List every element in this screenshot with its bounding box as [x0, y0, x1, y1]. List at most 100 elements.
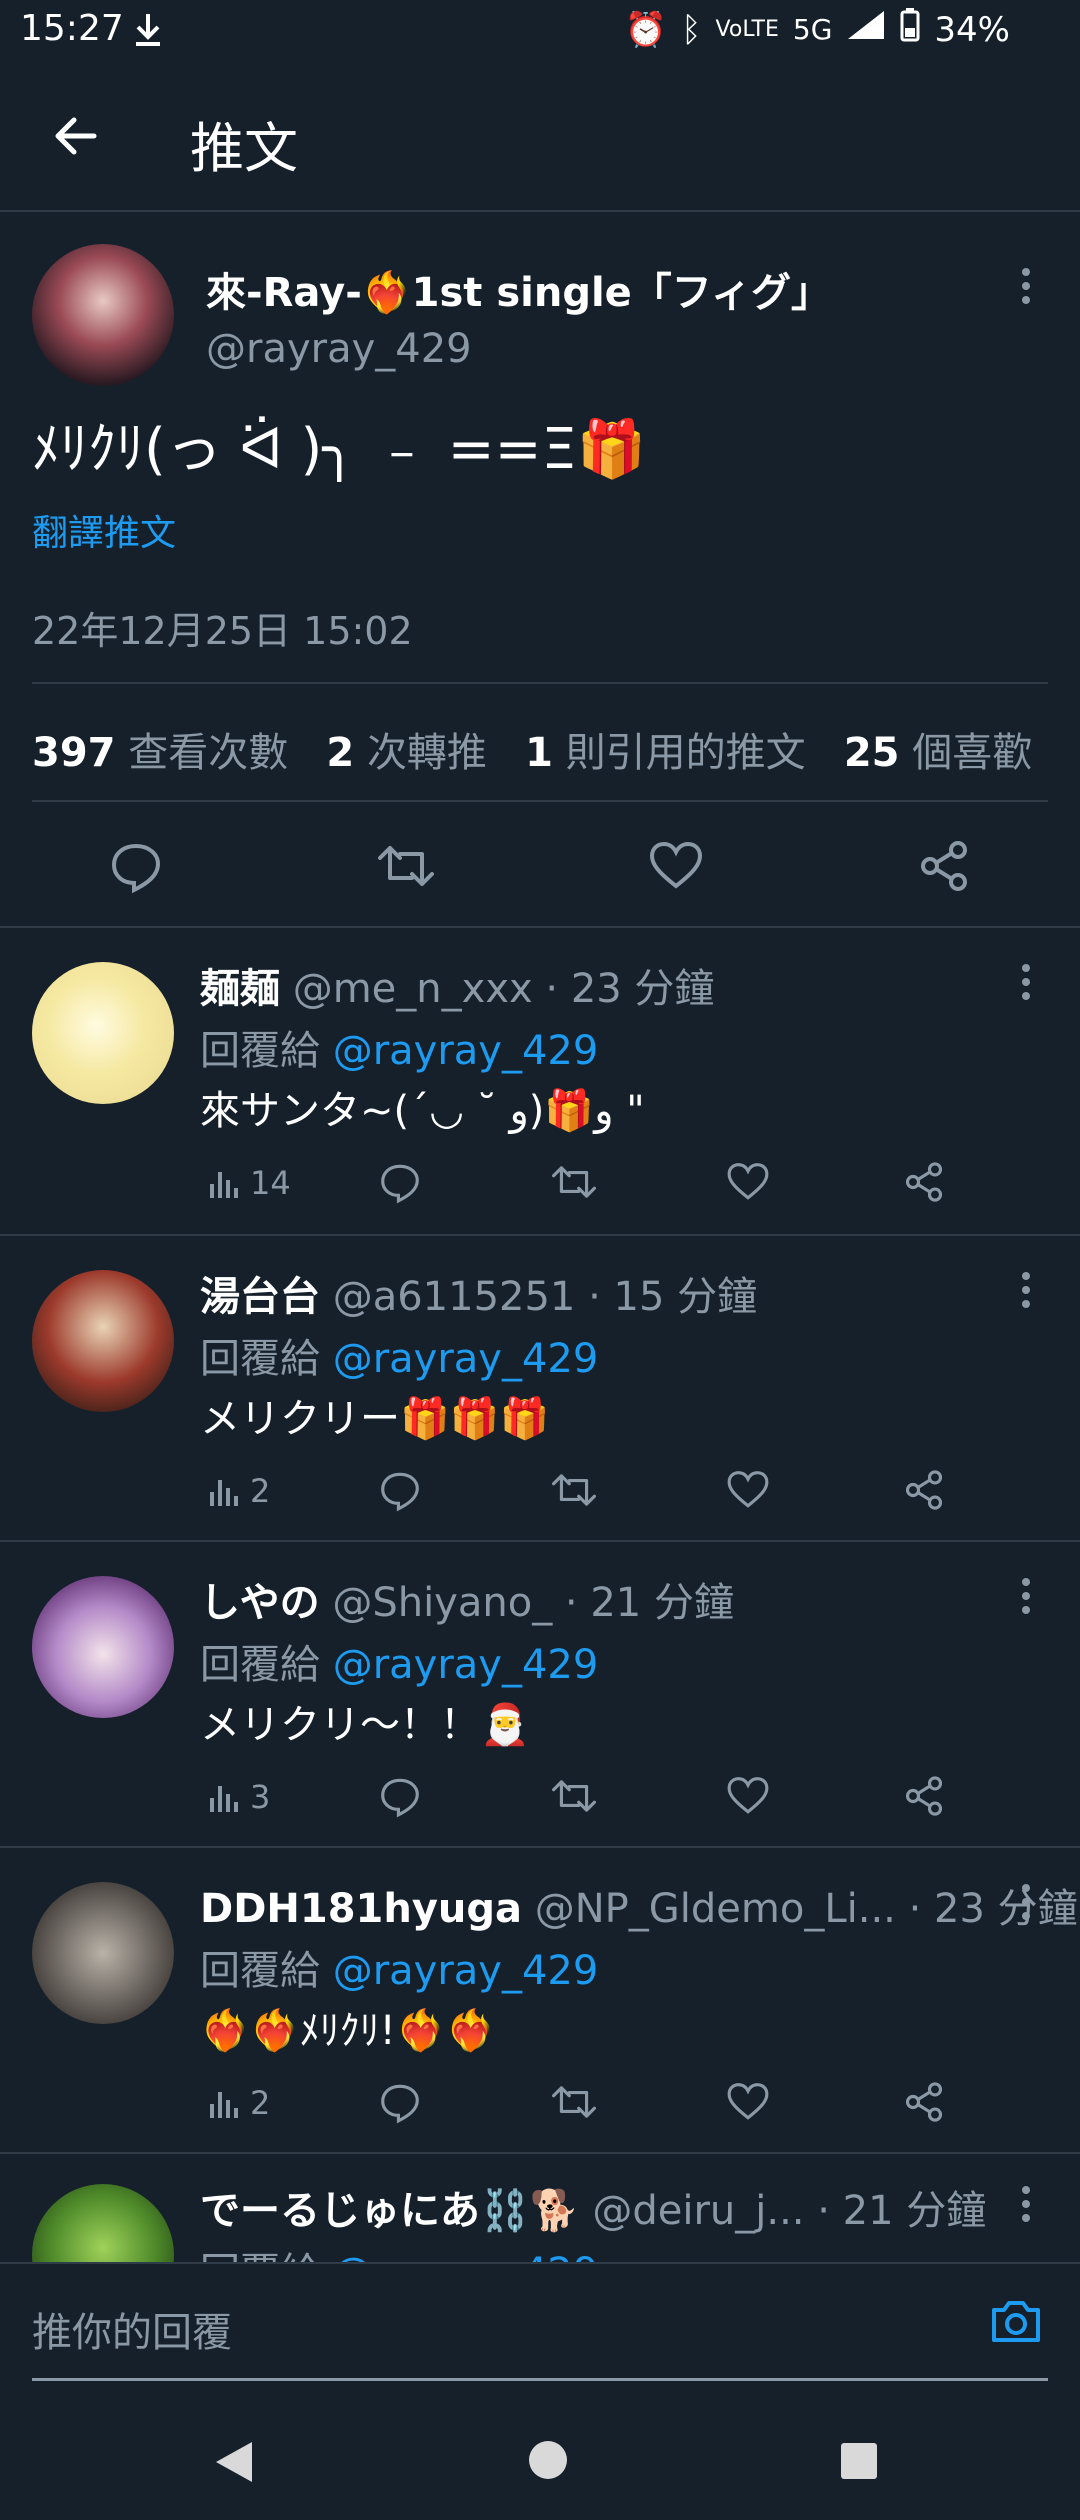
views-icon[interactable]: [208, 2084, 244, 2124]
volte-icon: VoLTE: [715, 17, 779, 42]
translate-tweet-link[interactable]: 翻譯推文: [32, 504, 176, 556]
reply-header: しやの @Shiyano_ · 21 分鐘: [200, 1580, 734, 1626]
views-count: 14: [250, 1164, 291, 1202]
reply-item[interactable]: でーるじゅにあ⛓️🐕 @deiru_j... · 21 分鐘 回覆給 @rayr…: [0, 2154, 1080, 2262]
views-stat[interactable]: 397 查看次數: [32, 730, 288, 776]
author-handle[interactable]: @rayray_429: [206, 326, 472, 372]
signal-icon: [846, 9, 886, 50]
tweet-text: ﾒﾘｸﾘ(っ ᐛ )╮ ﹣ ==Ξ🎁: [32, 417, 647, 482]
reply-icon[interactable]: [378, 1468, 422, 1516]
bluetooth-icon: ᛒ: [681, 9, 702, 50]
reply-to-line: 回覆給 @rayray_429: [200, 2240, 598, 2262]
retweet-icon[interactable]: [550, 1160, 598, 1208]
author-avatar[interactable]: [32, 244, 174, 386]
author-display-name[interactable]: 來-Ray-❤️‍🔥1st single「フィグ」: [206, 260, 831, 318]
battery-icon: [900, 8, 920, 51]
share-icon[interactable]: [902, 1774, 946, 1822]
reply-text: 來サンタ~(´◡ ˘ و)🎁و ": [200, 1088, 645, 1134]
quotes-stat[interactable]: 1 則引用的推文: [525, 730, 806, 776]
reply-actions: 14: [200, 1158, 960, 1208]
reply-header: 麺麺 @me_n_xxx · 23 分鐘: [200, 966, 715, 1012]
reply-input[interactable]: 推你的回覆: [32, 2300, 232, 2358]
views-count: 3: [250, 1778, 271, 1816]
views-icon[interactable]: [208, 1164, 244, 1204]
back-arrow-icon[interactable]: [48, 108, 104, 164]
more-options-icon[interactable]: [1020, 1578, 1032, 1618]
reply-header: DDH181hyuga @NP_Gldemo_Li... · 23 分鐘: [200, 1886, 1078, 1932]
like-icon[interactable]: [726, 1160, 770, 1208]
reply-avatar[interactable]: [32, 1576, 174, 1718]
like-icon[interactable]: [648, 838, 704, 894]
reply-icon[interactable]: [378, 1160, 422, 1208]
retweets-stat[interactable]: 2 次轉推: [326, 730, 487, 776]
divider: [0, 2262, 1080, 2264]
tweet-timestamp: 22年12月25日 15:02: [32, 609, 413, 653]
reply-avatar[interactable]: [32, 1270, 174, 1412]
reply-avatar[interactable]: [32, 2184, 174, 2262]
battery-level: 34%: [934, 9, 1010, 50]
reply-actions: 2: [200, 1466, 960, 1516]
like-icon[interactable]: [726, 1468, 770, 1516]
reply-actions: 3: [200, 1772, 960, 1822]
reply-item[interactable]: 湯台台 @a6115251 · 15 分鐘 回覆給 @rayray_429 メリ…: [0, 1236, 1080, 1542]
views-icon[interactable]: [208, 1472, 244, 1512]
reply-to-handle[interactable]: @rayray_429: [333, 2250, 599, 2262]
reply-item[interactable]: DDH181hyuga @NP_Gldemo_Li... · 23 分鐘 回覆給…: [0, 1848, 1080, 2154]
reply-icon[interactable]: [108, 838, 164, 894]
share-icon[interactable]: [902, 1160, 946, 1208]
network-label: 5G: [792, 13, 833, 46]
more-options-icon[interactable]: [1020, 1884, 1032, 1924]
reply-to-handle[interactable]: @rayray_429: [333, 1336, 599, 1382]
status-time: 15:27: [20, 8, 124, 49]
share-icon[interactable]: [916, 838, 972, 894]
status-bar: 15:27 ⏰ ᛒ VoLTE 5G 34%: [0, 0, 1080, 64]
system-nav-bar: [0, 2400, 1080, 2520]
reply-to-handle[interactable]: @rayray_429: [333, 1028, 599, 1074]
reply-to-handle[interactable]: @rayray_429: [333, 1642, 599, 1688]
reply-item[interactable]: 麺麺 @me_n_xxx · 23 分鐘 回覆給 @rayray_429 來サン…: [0, 928, 1080, 1234]
input-underline: [32, 2378, 1048, 2381]
reply-avatar[interactable]: [32, 962, 174, 1104]
app-header: 推文: [0, 64, 1080, 212]
download-icon: [132, 10, 164, 54]
more-options-icon[interactable]: [1020, 268, 1032, 308]
nav-back-icon[interactable]: [212, 2438, 256, 2490]
reply-to-handle[interactable]: @rayray_429: [333, 1948, 599, 1994]
divider: [32, 800, 1048, 802]
divider: [32, 682, 1048, 684]
more-options-icon[interactable]: [1020, 2186, 1032, 2226]
reply-icon[interactable]: [378, 1774, 422, 1822]
reply-text: メリクリ〜！！🎅: [200, 1702, 530, 1748]
retweet-icon[interactable]: [550, 1468, 598, 1516]
views-count: 2: [250, 2084, 271, 2122]
more-options-icon[interactable]: [1020, 964, 1032, 1004]
reply-actions: 2: [200, 2078, 960, 2128]
reply-to-line: 回覆給 @rayray_429: [200, 1642, 599, 1688]
reply-icon[interactable]: [378, 2080, 422, 2128]
views-count: 2: [250, 1472, 271, 1510]
reply-text: ❤️‍🔥❤️‍🔥ﾒﾘｸﾘ!❤️‍🔥❤️‍🔥: [200, 2008, 496, 2054]
share-icon[interactable]: [902, 2080, 946, 2128]
reply-to-line: 回覆給 @rayray_429: [200, 1336, 599, 1382]
reply-to-line: 回覆給 @rayray_429: [200, 1028, 599, 1074]
camera-icon[interactable]: [988, 2296, 1044, 2350]
share-icon[interactable]: [902, 1468, 946, 1516]
reply-item[interactable]: しやの @Shiyano_ · 21 分鐘 回覆給 @rayray_429 メリ…: [0, 1542, 1080, 1848]
like-icon[interactable]: [726, 1774, 770, 1822]
retweet-icon[interactable]: [550, 2080, 598, 2128]
retweet-icon[interactable]: [550, 1774, 598, 1822]
reply-text: メリクリー🎁🎁🎁: [200, 1396, 550, 1442]
tweet-stats: 397 查看次數 2 次轉推 1 則引用的推文 25 個喜歡: [32, 720, 1032, 778]
alarm-icon: ⏰: [624, 9, 668, 50]
like-icon[interactable]: [726, 2080, 770, 2128]
likes-stat[interactable]: 25 個喜歡: [844, 730, 1032, 776]
nav-recents-icon[interactable]: [840, 2442, 878, 2484]
retweet-icon[interactable]: [376, 838, 436, 894]
views-icon[interactable]: [208, 1778, 244, 1818]
nav-home-icon[interactable]: [528, 2440, 568, 2484]
reply-avatar[interactable]: [32, 1882, 174, 2024]
reply-to-line: 回覆給 @rayray_429: [200, 1948, 599, 1994]
reply-composer[interactable]: 推你的回覆: [0, 2262, 1080, 2382]
more-options-icon[interactable]: [1020, 1272, 1032, 1312]
reply-header: でーるじゅにあ⛓️🐕 @deiru_j... · 21 分鐘: [200, 2188, 987, 2234]
